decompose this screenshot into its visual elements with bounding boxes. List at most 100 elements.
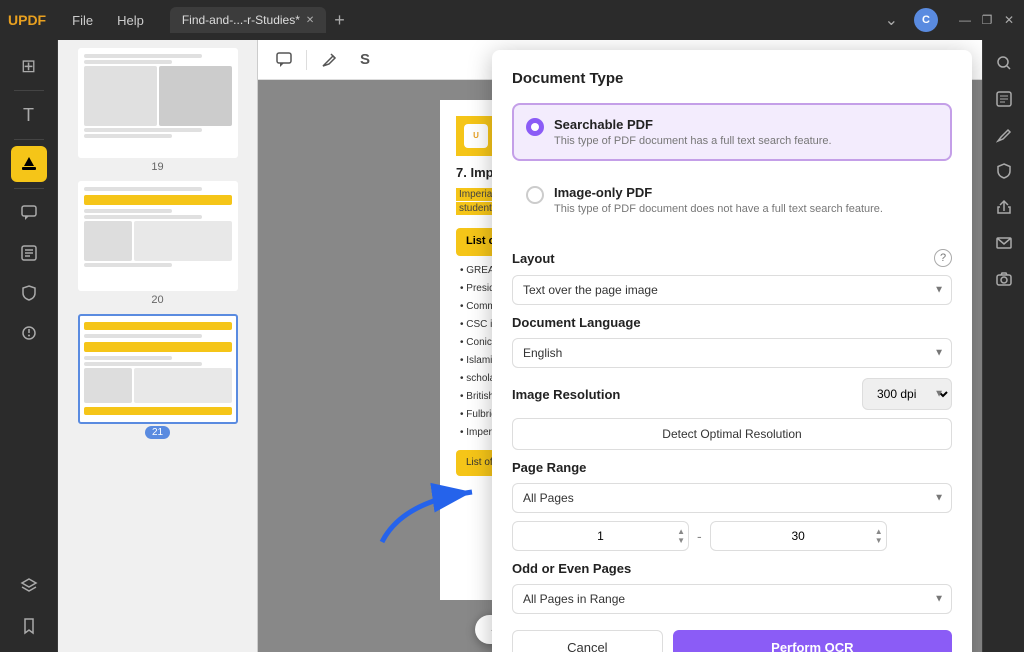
sidebar-right — [982, 40, 1024, 652]
language-select[interactable]: English French German — [512, 338, 952, 368]
sticker-icon[interactable] — [11, 315, 47, 351]
layout-section: Layout ? Text over the page image Text u… — [512, 249, 952, 614]
dpi-select-wrapper: 72 dpi 150 dpi 300 dpi 600 dpi ▼ — [862, 378, 952, 410]
detect-resolution-button[interactable]: Detect Optimal Resolution — [512, 418, 952, 450]
mail-right-icon[interactable] — [989, 228, 1019, 258]
ocr-right-icon[interactable] — [989, 84, 1019, 114]
thumb-image-19 — [78, 48, 238, 158]
minimize-button[interactable]: — — [958, 13, 972, 27]
edit-right-icon[interactable] — [989, 120, 1019, 150]
from-up-arrow[interactable]: ▲ — [677, 528, 685, 536]
language-header-row: Document Language — [512, 315, 952, 330]
searchable-pdf-desc: This type of PDF document has a full tex… — [554, 135, 938, 147]
ocr-modal: Document Type Searchable PDF This type o… — [492, 50, 972, 652]
maximize-button[interactable]: ❐ — [980, 13, 994, 27]
thumbnail-19[interactable]: 19 — [78, 48, 238, 173]
divider — [14, 90, 44, 91]
page-range-label: Page Range — [512, 460, 586, 475]
help-icon[interactable]: ? — [934, 249, 952, 267]
thumbnails-icon[interactable]: ⊞ — [11, 48, 47, 84]
modal-overlay: Document Type Searchable PDF This type o… — [258, 40, 982, 652]
from-arrows: ▲ ▼ — [677, 528, 685, 545]
active-page-badge: 21 — [145, 426, 170, 439]
layout-select-wrapper: Text over the page image Text under the … — [512, 275, 952, 305]
image-only-option[interactable]: Image-only PDF This type of PDF document… — [512, 171, 952, 229]
radio-inner — [531, 123, 539, 131]
dropdown-arrow-icon[interactable]: ⌄ — [885, 10, 898, 30]
sidebar-left: ⊞ T — [0, 40, 58, 652]
titlebar: UPDF File Help Find-and-...-r-Studies* ✕… — [0, 0, 1024, 40]
layout-header-row: Layout ? — [512, 249, 952, 267]
bookmark-icon[interactable] — [11, 608, 47, 644]
dpi-select[interactable]: 72 dpi 150 dpi 300 dpi 600 dpi — [862, 378, 952, 410]
searchable-pdf-text: Searchable PDF This type of PDF document… — [554, 117, 938, 147]
modal-title: Document Type — [512, 70, 952, 87]
menu-file[interactable]: File — [62, 9, 103, 32]
to-down-arrow[interactable]: ▼ — [875, 537, 883, 545]
searchable-pdf-option[interactable]: Searchable PDF This type of PDF document… — [512, 103, 952, 161]
menu-bar: File Help — [62, 9, 154, 32]
comment-icon[interactable] — [11, 195, 47, 231]
search-right-icon[interactable] — [989, 48, 1019, 78]
window-controls: — ❐ ✕ — [958, 13, 1016, 27]
layout-label: Layout — [512, 251, 555, 266]
odd-even-select[interactable]: All Pages in Range Odd Pages Even Pages — [512, 584, 952, 614]
action-buttons: Cancel Perform OCR — [512, 630, 952, 652]
page-range-select-wrapper: All Pages Custom Range ▼ — [512, 483, 952, 513]
divider — [14, 188, 44, 189]
searchable-radio — [526, 118, 544, 136]
thumb-image-20 — [78, 181, 238, 291]
range-from-wrapper: ▲ ▼ — [512, 521, 689, 551]
thumb-image-21 — [78, 314, 238, 424]
odd-even-label: Odd or Even Pages — [512, 561, 631, 576]
content-area: S U UPDF 7. Imperial College London Impe… — [258, 40, 982, 652]
from-down-arrow[interactable]: ▼ — [677, 537, 685, 545]
odd-even-header-row: Odd or Even Pages — [512, 561, 952, 576]
divider — [14, 139, 44, 140]
add-tab-button[interactable]: + — [326, 7, 353, 33]
to-up-arrow[interactable]: ▲ — [875, 528, 883, 536]
thumb-label-19: 19 — [151, 161, 163, 173]
form-icon[interactable] — [11, 235, 47, 271]
image-only-radio — [526, 186, 544, 204]
thumb-label-20: 20 — [151, 294, 163, 306]
layers-icon[interactable] — [11, 568, 47, 604]
to-arrows: ▲ ▼ — [875, 528, 883, 545]
protect-right-icon[interactable] — [989, 156, 1019, 186]
app-logo: UPDF — [8, 12, 46, 28]
avatar[interactable]: C — [914, 8, 938, 32]
language-label: Document Language — [512, 315, 641, 330]
close-button[interactable]: ✕ — [1002, 13, 1016, 27]
language-select-wrapper: English French German ▼ — [512, 338, 952, 368]
image-only-label: Image-only PDF — [554, 185, 938, 200]
tab-close-button[interactable]: ✕ — [306, 15, 314, 26]
active-tab[interactable]: Find-and-...-r-Studies* ✕ — [170, 7, 326, 33]
image-only-text: Image-only PDF This type of PDF document… — [554, 185, 938, 215]
camera-right-icon[interactable] — [989, 264, 1019, 294]
image-only-desc: This type of PDF document does not have … — [554, 203, 938, 215]
range-inputs-row: ▲ ▼ - ▲ ▼ — [512, 521, 952, 551]
menu-help[interactable]: Help — [107, 9, 154, 32]
doc-type-options: Searchable PDF This type of PDF document… — [512, 103, 952, 229]
thumbnail-21[interactable]: 21 — [78, 314, 238, 439]
text-tool-icon[interactable]: T — [11, 97, 47, 133]
tab-bar: Find-and-...-r-Studies* ✕ + — [170, 7, 353, 33]
range-from-input[interactable] — [512, 521, 689, 551]
searchable-pdf-label: Searchable PDF — [554, 117, 938, 132]
main-layout: ⊞ T — [0, 40, 1024, 652]
perform-ocr-button[interactable]: Perform OCR — [673, 630, 952, 652]
cancel-button[interactable]: Cancel — [512, 630, 663, 652]
thumbnail-panel: 19 20 — [58, 40, 258, 652]
resolution-label: Image Resolution — [512, 387, 620, 402]
protect-icon[interactable] — [11, 275, 47, 311]
page-range-select[interactable]: All Pages Custom Range — [512, 483, 952, 513]
resolution-header-row: Image Resolution 72 dpi 150 dpi 300 dpi … — [512, 378, 952, 410]
thumbnail-20[interactable]: 20 — [78, 181, 238, 306]
share-right-icon[interactable] — [989, 192, 1019, 222]
highlight-tool-icon[interactable] — [11, 146, 47, 182]
tab-label: Find-and-...-r-Studies* — [182, 13, 300, 27]
layout-select[interactable]: Text over the page image Text under the … — [512, 275, 952, 305]
odd-even-select-wrapper: All Pages in Range Odd Pages Even Pages … — [512, 584, 952, 614]
page-range-header-row: Page Range — [512, 460, 952, 475]
range-to-input[interactable] — [710, 521, 887, 551]
